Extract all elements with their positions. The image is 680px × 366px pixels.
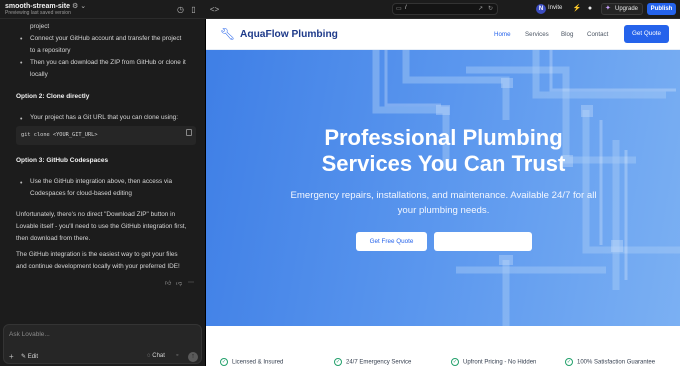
feature-label: 24/7 Emergency Service	[346, 359, 412, 366]
chat-input[interactable]: Ask Lovable...	[9, 331, 50, 338]
hero-title-line: Services You Can Trust	[321, 151, 566, 176]
external-link-icon[interactable]: ↗	[478, 5, 483, 12]
invite-button[interactable]: Invite	[548, 5, 562, 11]
history-icon[interactable]: ◷	[175, 4, 186, 15]
check-circle-icon: ✓	[565, 358, 573, 366]
hero-subtitle: Emergency repairs, installations, and ma…	[266, 189, 621, 218]
plus-icon[interactable]: +	[9, 352, 14, 361]
send-button[interactable]: ↑	[188, 352, 198, 362]
hero-title: Professional Plumbing Services You Can T…	[206, 125, 680, 177]
chat-text: Then you can download the ZIP from GitHu…	[30, 59, 186, 66]
feature-item: ✓ 100% Satisfaction Guarantee	[565, 358, 655, 366]
site-logo[interactable]: AquaFlow Plumbing	[240, 29, 338, 40]
hero-subtitle-line: Emergency repairs, installations, and ma…	[290, 190, 597, 201]
copy-icon[interactable]	[186, 129, 192, 136]
feature-label: Licensed & Insured	[232, 359, 284, 366]
hero-section: Professional Plumbing Services You Can T…	[206, 50, 680, 326]
more-icon[interactable]: ⋯	[188, 279, 194, 286]
publish-button[interactable]: Publish	[647, 3, 676, 15]
code-view-icon[interactable]: <>	[209, 4, 220, 15]
edit-button[interactable]: ✎ Edit	[21, 353, 38, 360]
code-text: git clone <YOUR_GIT_URL>	[21, 132, 98, 138]
chat-text: project	[30, 23, 50, 30]
chat-messages[interactable]: project • Connect your GitHub account an…	[0, 19, 205, 322]
site-preview[interactable]: 🔧︎ AquaFlow Plumbing Home Services Blog …	[205, 19, 680, 366]
chat-panel: project • Connect your GitHub account an…	[0, 19, 205, 366]
chat-text: Connect your GitHub account and transfer…	[30, 35, 182, 42]
feature-item: ✓ Licensed & Insured	[220, 358, 283, 366]
get-quote-button[interactable]: Get Quote	[624, 25, 669, 43]
chat-heading: Option 2: Clone directly	[16, 93, 90, 100]
github-icon[interactable]: ●	[585, 4, 595, 14]
chat-mode-label: Chat	[152, 353, 165, 359]
chat-text: to a repository	[30, 47, 71, 54]
code-block: git clone <YOUR_GIT_URL>	[16, 126, 196, 145]
chevron-down-icon: ⌄	[80, 3, 87, 10]
chat-text: Your project has a Git URL that you can …	[30, 114, 179, 121]
chat-text: The GitHub integration is the easiest wa…	[16, 251, 178, 258]
chat-text: Lovable itself - you'll need to use the …	[16, 223, 187, 230]
chat-text: locally	[30, 71, 48, 78]
chat-text: Unfortunately, there's no direct "Downlo…	[16, 211, 176, 218]
check-circle-icon: ✓	[220, 358, 228, 366]
avatar[interactable]: N	[536, 4, 546, 14]
app-window: smooth-stream-site ⚙ ⌄ Previewing last sav…	[0, 0, 680, 366]
site-navbar: 🔧︎ AquaFlow Plumbing Home Services Blog …	[206, 19, 680, 50]
get-free-quote-button[interactable]: Get Free Quote	[356, 232, 427, 251]
nav-blog[interactable]: Blog	[561, 31, 573, 38]
chat-heading: Option 3: GitHub Codespaces	[16, 157, 109, 164]
monitor-icon: ▭	[396, 6, 402, 12]
nav-home[interactable]: Home	[494, 31, 511, 38]
project-name-button[interactable]: smooth-stream-site ⚙ ⌄	[5, 2, 86, 10]
upgrade-label: Upgrade	[615, 6, 639, 12]
project-subtitle: Previewing last saved version	[5, 10, 71, 16]
project-name: smooth-stream-site	[5, 3, 70, 10]
hero-title-line: Professional Plumbing	[324, 125, 563, 150]
bullet-icon: •	[20, 36, 23, 43]
check-circle-icon: ✓	[334, 358, 342, 366]
bullet-icon: •	[20, 60, 23, 67]
top-bar: smooth-stream-site ⚙ ⌄ Previewing last sav…	[0, 0, 680, 19]
upgrade-button[interactable]: ✦ Upgrade	[601, 3, 643, 15]
feature-label: 100% Satisfaction Guarantee	[577, 359, 656, 366]
chat-text: Codespaces for cloud-based editing	[30, 190, 132, 197]
microphone-icon[interactable]: ◦	[176, 352, 178, 359]
pipes-background-image	[372, 50, 680, 326]
bullet-icon: •	[20, 116, 23, 123]
nav-services[interactable]: Services	[525, 31, 549, 38]
edit-label: Edit	[27, 354, 39, 360]
supabase-icon[interactable]: ⚡	[572, 4, 582, 14]
chat-text: Use the GitHub integration above, then a…	[30, 178, 173, 185]
url-path: /	[405, 5, 407, 11]
secondary-hero-button[interactable]	[434, 232, 532, 251]
thumbs-down-icon[interactable]: 👎︎	[176, 279, 182, 287]
feature-item: ✓ 24/7 Emergency Service	[334, 358, 411, 366]
settings-icon: ⚙	[71, 3, 79, 10]
features-strip: ✓ Licensed & Insured ✓ 24/7 Emergency Serv…	[206, 326, 680, 366]
chat-composer: Ask Lovable... + ✎ Edit ◌ Chat ◦ ↑	[3, 324, 202, 364]
hero-subtitle-line: your plumbing needs.	[397, 204, 490, 216]
sparkle-icon: ✦	[605, 5, 611, 12]
wrench-icon: 🔧︎	[220, 27, 236, 41]
chat-mode-button[interactable]: ◌ Chat	[147, 353, 165, 359]
refresh-icon[interactable]: ↻	[488, 5, 493, 12]
preview-url-bar[interactable]: ▭ / ↗ ↻	[392, 3, 498, 15]
chat-text: and continue development locally with yo…	[16, 263, 180, 270]
check-circle-icon: ✓	[451, 358, 459, 366]
nav-contact[interactable]: Contact	[587, 31, 608, 38]
edit-icon: ✎	[21, 354, 28, 360]
feature-label: Upfront Pricing - No Hidden	[463, 359, 537, 366]
sidebar-toggle-icon[interactable]: ▯	[188, 4, 199, 15]
thumbs-up-icon[interactable]: 👍︎	[165, 279, 171, 287]
bullet-icon: •	[20, 180, 23, 187]
chat-text: then download from there.	[16, 235, 91, 242]
feature-item: ✓ Upfront Pricing - No Hidden	[451, 358, 536, 366]
arrow-up-icon: ↑	[191, 353, 195, 360]
